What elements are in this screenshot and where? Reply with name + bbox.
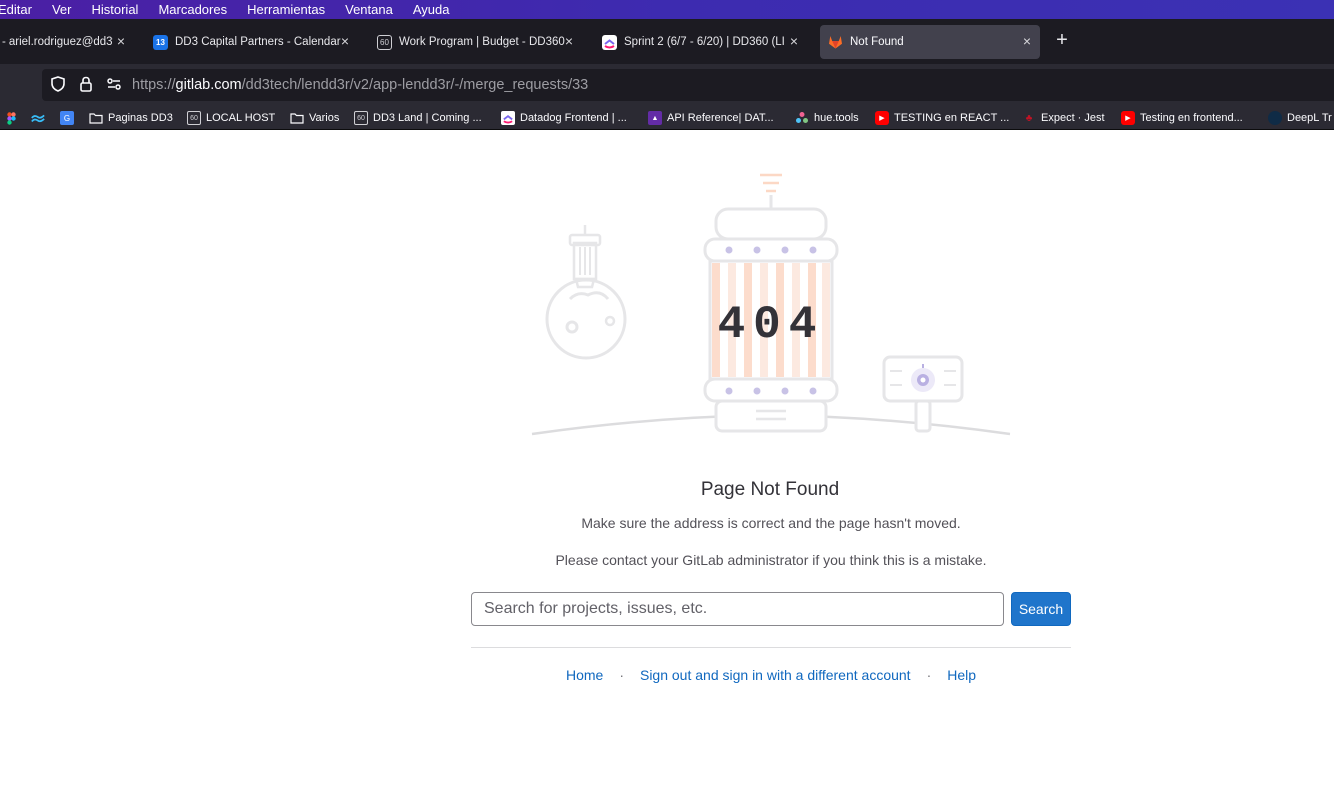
sign-out-link[interactable]: Sign out and sign in with a different ac… [640,667,911,683]
bookmark-label: Testing en frontend... [1140,112,1243,124]
page-content: 404 Page Not Found Make sure the address… [0,131,1334,789]
bookmark-label: Datadog Frontend | ... [520,112,627,124]
page-title: Page Not Found [700,479,840,500]
menu-editar[interactable]: Editar [0,0,32,19]
bookmark-label: DD3 Land | Coming ... [373,112,482,124]
divider [471,647,1071,648]
url-scheme: https:// [132,77,176,93]
bookmark-tailwind[interactable] [31,110,50,126]
dd360-icon: 60 [187,111,201,125]
bookmark-deepl[interactable]: DeepL Tr [1268,110,1332,126]
search-input[interactable] [471,592,1004,626]
not-found-illustration: 404 [531,173,1011,436]
deepl-icon [1268,111,1282,125]
tab-title: Sprint 2 (6/7 - 6/20) | DD360 (LI [624,36,785,48]
bookmark-label: Expect · Jest [1041,112,1105,124]
bookmarks-bar: G Paginas DD3 60 LOCAL HOST Varios 60 DD… [0,106,1334,130]
figma-icon [6,111,16,125]
shield-icon[interactable] [49,75,67,93]
calendar-icon: 13 [153,34,168,50]
bookmark-varios[interactable]: Varios [290,110,339,126]
bookmark-hue-tools[interactable]: hue.tools [795,110,859,126]
lock-icon[interactable] [77,75,95,93]
dd360-icon: 60 [354,111,368,125]
bookmark-expect-jest[interactable]: ♣ Expect · Jest [1022,110,1105,126]
menu-bar: Editar Ver Historial Marcadores Herramie… [0,0,1334,19]
close-icon[interactable]: × [562,34,576,48]
close-icon[interactable]: × [787,34,801,48]
tab-strip: - ariel.rodriguez@dd3t × 13 DD3 Capital … [0,19,1334,64]
bookmark-label: LOCAL HOST [206,112,276,124]
menu-ayuda[interactable]: Ayuda [413,0,450,19]
folder-icon [89,111,103,125]
hue-icon [795,111,809,125]
jest-icon: ♣ [1025,112,1033,124]
tab-calendar[interactable]: 13 DD3 Capital Partners - Calendar × [146,25,358,59]
tab-title: ariel.rodriguez@dd3t [8,36,113,48]
bookmark-datadog-frontend[interactable]: Datadog Frontend | ... [501,110,627,126]
translate-icon: G [60,111,74,125]
bookmark-translate[interactable]: G [60,110,79,126]
home-link[interactable]: Home [566,667,603,683]
clickup-icon [602,34,617,50]
permissions-icon[interactable] [105,75,123,93]
message-address: Make sure the address is correct and the… [581,515,961,531]
folder-icon [290,111,304,125]
datadog-icon: ▲ [648,111,662,125]
tab-sprint[interactable]: Sprint 2 (6/7 - 6/20) | DD360 (LI × [595,25,807,59]
tab-not-found[interactable]: Not Found × [820,25,1040,59]
menu-herramientas[interactable]: Herramientas [247,0,325,19]
close-icon[interactable]: × [1020,34,1034,48]
link-separator: · [926,667,932,683]
footer-links: Home · Sign out and sign in with a differe… [0,667,1334,683]
tab-mail[interactable]: - ariel.rodriguez@dd3t × [0,25,132,59]
close-icon[interactable]: × [114,34,128,48]
tab-title: DD3 Capital Partners - Calendar [175,36,341,48]
clickup-icon [501,111,515,125]
navigation-bar: https://gitlab.com/dd3tech/lendd3r/v2/ap… [0,64,1334,106]
close-icon[interactable]: × [338,34,352,48]
message-contact-admin: Please contact your GitLab administrator… [555,552,987,568]
youtube-icon: ▶ [875,111,889,125]
tab-work-program[interactable]: 60 Work Program | Budget - DD360 × [370,25,582,59]
menu-ventana[interactable]: Ventana [345,0,393,19]
tab-title: Not Found [850,36,904,48]
bookmark-local-host[interactable]: 60 LOCAL HOST [187,110,275,126]
bookmark-label: hue.tools [814,112,859,124]
help-link[interactable]: Help [947,667,976,683]
bookmark-api-reference[interactable]: ▲ API Reference| DAT... [648,110,774,126]
bookmark-label: Varios [309,112,340,124]
error-code: 404 [718,299,825,351]
search-button[interactable]: Search [1011,592,1071,626]
link-separator: · [619,667,624,683]
bookmark-label: Paginas DD3 [108,112,173,124]
bookmark-figma[interactable] [6,110,21,126]
gitlab-icon [828,35,843,50]
bookmark-label: API Reference| DAT... [667,112,774,124]
bookmark-testing-frontend[interactable]: ▶ Testing en frontend... [1121,110,1243,126]
dd360-icon: 60 [377,34,392,50]
url-text[interactable]: https://gitlab.com/dd3tech/lendd3r/v2/ap… [132,77,588,93]
bookmark-label: TESTING en REACT ... [894,112,1010,124]
url-path: /dd3tech/lendd3r/v2/app-lendd3r/-/merge_… [241,77,589,93]
menu-ver[interactable]: Ver [52,0,72,19]
menu-marcadores[interactable]: Marcadores [158,0,227,19]
youtube-icon: ▶ [1121,111,1135,125]
url-host: gitlab.com [175,77,242,93]
bookmark-testing-react[interactable]: ▶ TESTING en REACT ... [875,110,1009,126]
menu-historial[interactable]: Historial [91,0,138,19]
bookmark-dd3-land[interactable]: 60 DD3 Land | Coming ... [354,110,482,126]
bookmark-paginas-dd3[interactable]: Paginas DD3 [89,110,173,126]
tab-title: Work Program | Budget - DD360 [399,36,565,48]
tailwind-icon [31,111,45,125]
bookmark-label: DeepL Tr [1287,112,1332,124]
new-tab-plus-icon[interactable]: + [1052,30,1072,50]
